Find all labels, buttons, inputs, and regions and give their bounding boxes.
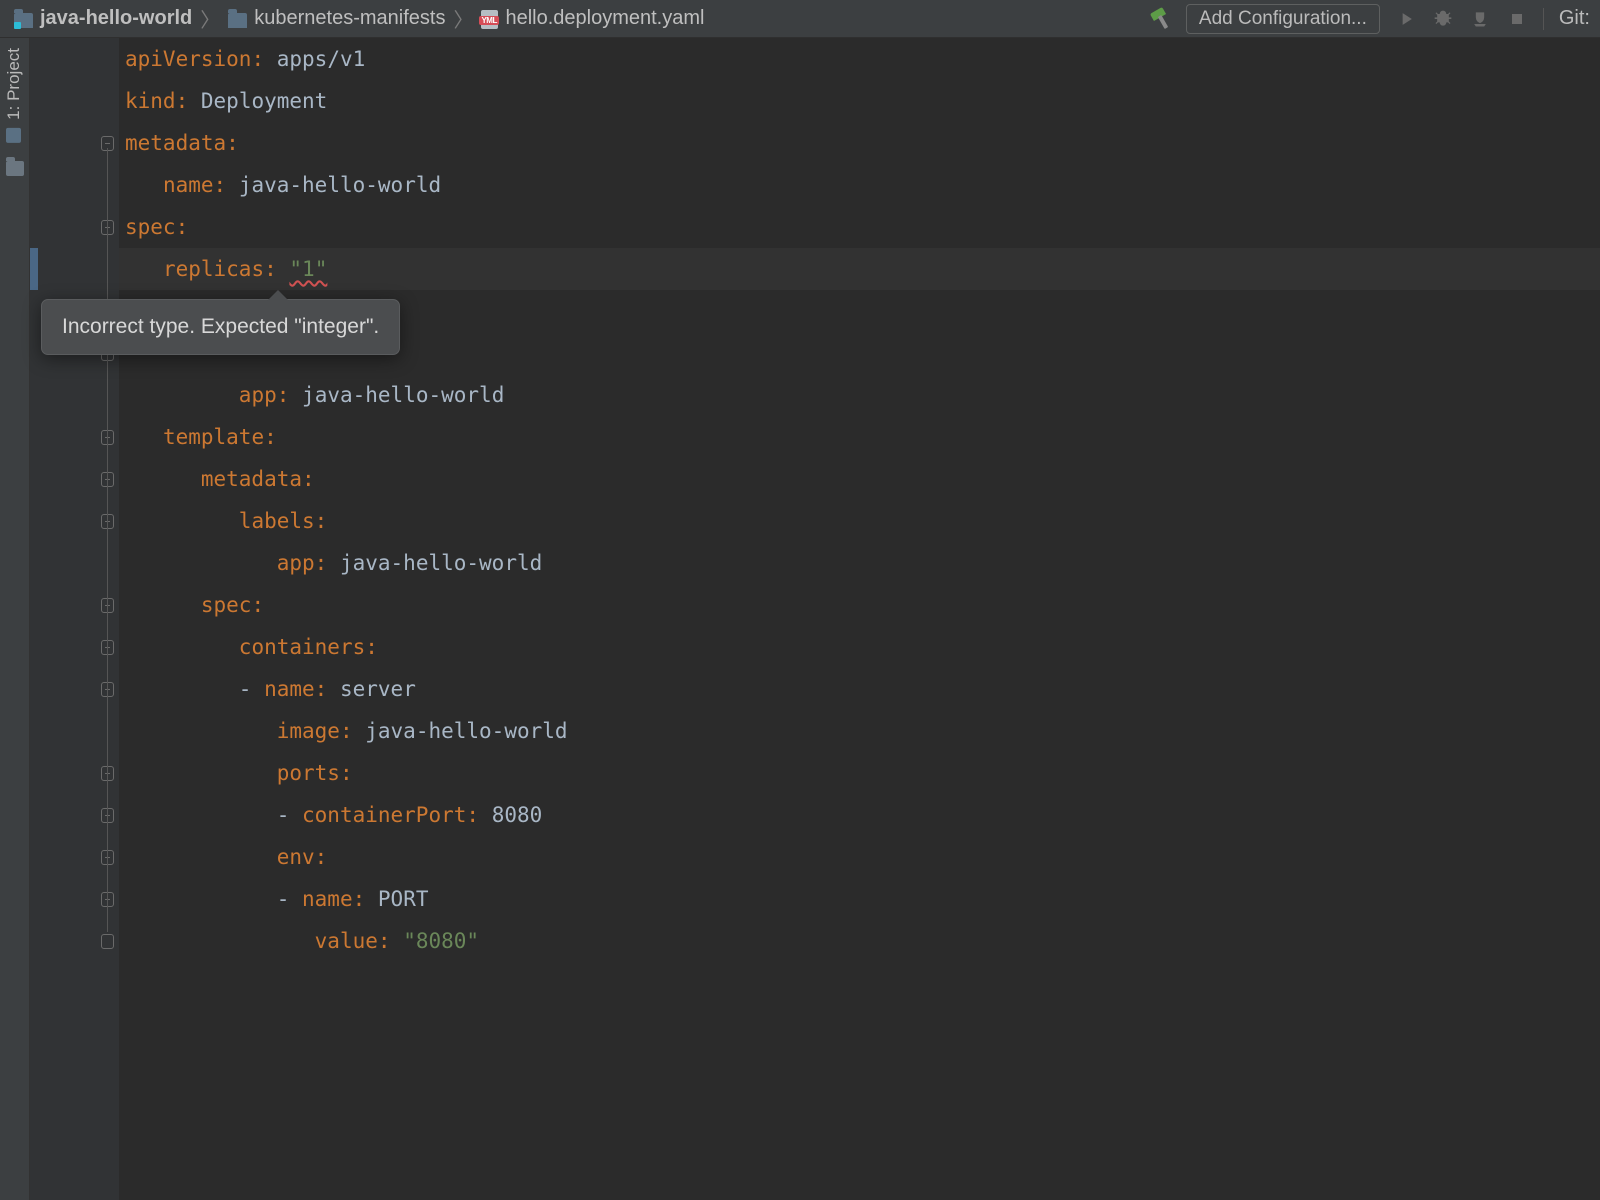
code-line[interactable]: value: "8080": [125, 920, 479, 962]
build-icon[interactable]: [1149, 8, 1171, 30]
error-tooltip: Incorrect type. Expected "integer".: [41, 299, 400, 355]
code-line[interactable]: metadata:: [125, 458, 315, 500]
code-line[interactable]: replicas: "1": [125, 248, 327, 290]
code-line[interactable]: - name: PORT: [125, 878, 428, 920]
code-line[interactable]: - name: server: [125, 668, 416, 710]
code-line[interactable]: app: java-hello-world: [125, 542, 542, 584]
fold-guide-line: [107, 148, 108, 932]
add-configuration-button[interactable]: Add Configuration...: [1186, 4, 1380, 34]
toolbar-separator: [1543, 8, 1544, 30]
code-line[interactable]: - containerPort: 8080: [125, 794, 542, 836]
breadcrumb-separator: 〉: [200, 4, 220, 33]
folder-open-icon: [14, 13, 33, 28]
code-line[interactable]: spec:: [125, 206, 188, 248]
editor-gutter: [30, 38, 119, 1200]
breadcrumb-label: hello.deployment.yaml: [505, 7, 704, 30]
code-line[interactable]: image: java-hello-world: [125, 710, 568, 752]
code-line[interactable]: kind: Deployment: [125, 80, 327, 122]
folder-icon: [228, 13, 247, 28]
left-tool-stripe: 1: Project: [0, 38, 30, 1200]
breadcrumb-label: java-hello-world: [40, 7, 192, 30]
code-line[interactable]: name: java-hello-world: [125, 164, 441, 206]
breadcrumb-item-file[interactable]: hello.deployment.yaml: [481, 7, 704, 30]
code-content[interactable]: apiVersion: apps/v1kind: Deploymentmetad…: [125, 38, 1600, 1200]
fold-toggle[interactable]: [101, 934, 114, 949]
breadcrumb-separator: 〉: [453, 4, 473, 33]
code-line[interactable]: apiVersion: apps/v1: [125, 38, 365, 80]
toolbar-right: Add Configuration... Git:: [1149, 4, 1590, 34]
code-line[interactable]: template:: [125, 416, 277, 458]
debug-icon[interactable]: [1432, 8, 1454, 30]
breadcrumb-item-folder[interactable]: kubernetes-manifests: [228, 7, 445, 30]
breadcrumb: java-hello-world 〉 kubernetes-manifests …: [14, 4, 1149, 33]
code-line[interactable]: containers:: [125, 626, 378, 668]
project-tab-label: 1: Project: [4, 48, 24, 120]
code-line[interactable]: ports:: [125, 752, 353, 794]
breadcrumb-label: kubernetes-manifests: [254, 7, 445, 30]
code-line[interactable]: app: java-hello-world: [125, 374, 504, 416]
top-toolbar: java-hello-world 〉 kubernetes-manifests …: [0, 0, 1600, 38]
code-line[interactable]: env:: [125, 836, 327, 878]
stop-icon[interactable]: [1506, 8, 1528, 30]
breadcrumb-item-project[interactable]: java-hello-world: [14, 7, 192, 30]
project-tool-window-tab[interactable]: 1: Project: [0, 38, 28, 153]
yaml-file-icon: [481, 10, 498, 29]
run-icon[interactable]: [1395, 8, 1417, 30]
tooltip-text: Incorrect type. Expected "integer".: [62, 315, 379, 338]
code-editor[interactable]: apiVersion: apps/v1kind: Deploymentmetad…: [30, 38, 1600, 1200]
code-line[interactable]: labels:: [125, 500, 327, 542]
git-label: Git:: [1559, 7, 1590, 30]
project-icon: [7, 128, 22, 143]
run-with-coverage-icon[interactable]: [1469, 8, 1491, 30]
caret-gutter-stripe: [30, 248, 38, 290]
code-line[interactable]: metadata:: [125, 122, 239, 164]
folder-tool-icon[interactable]: [6, 161, 24, 176]
code-line[interactable]: spec:: [125, 584, 264, 626]
